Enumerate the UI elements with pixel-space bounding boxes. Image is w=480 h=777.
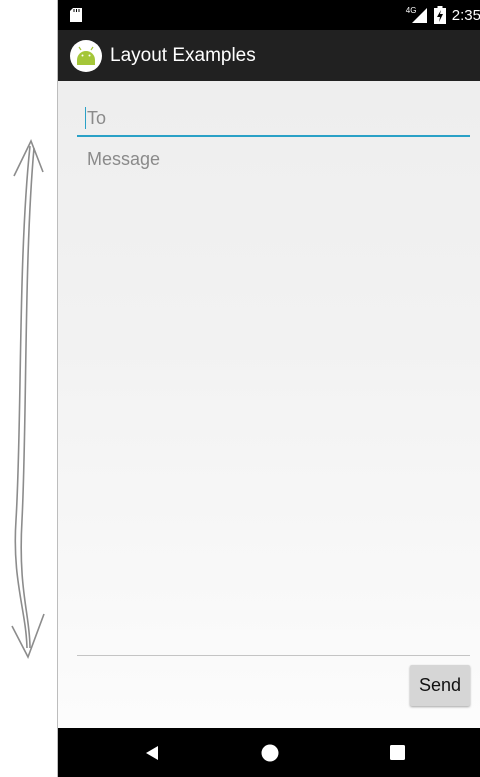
signal-icon [411,8,427,23]
recents-button[interactable] [367,728,427,777]
status-icons: 4G 2:35 [406,0,480,30]
to-field-placeholder: To [87,107,107,128]
recents-icon [389,745,405,760]
back-button[interactable] [122,728,182,777]
network-indicator: 4G [406,6,428,24]
to-field[interactable]: To [77,101,470,137]
home-button[interactable] [240,728,300,777]
message-field-placeholder: Message [87,149,161,169]
navigation-bar [58,728,480,777]
message-field[interactable]: Message [77,141,470,656]
screenshot-stage: 4G 2:35 Layout Examples To Message Send [0,0,480,777]
phone-screen: 4G 2:35 Layout Examples To Message Send [57,0,480,777]
android-icon [70,39,102,72]
send-button[interactable]: Send [410,665,470,706]
back-icon [146,745,158,760]
status-time: 2:35 [451,6,480,24]
status-bar: 4G 2:35 [58,0,480,30]
battery-charging-icon [433,6,446,24]
content-area: To Message Send [58,81,480,728]
app-title: Layout Examples [110,44,256,66]
action-bar: Layout Examples [58,30,480,81]
sd-card-icon [70,8,82,22]
text-cursor [85,107,86,129]
home-icon [261,744,279,761]
double-arrow-icon [11,138,45,659]
